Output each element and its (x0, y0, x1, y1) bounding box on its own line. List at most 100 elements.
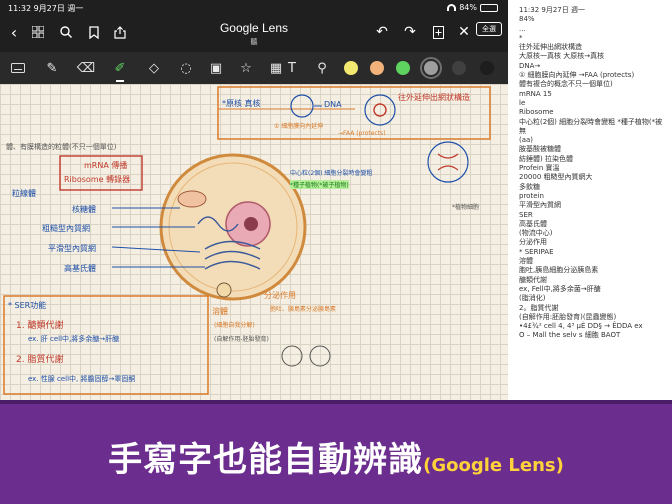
ocr-line: 胺基酸被糖體 (519, 145, 561, 154)
color-swatch-yellow[interactable] (344, 61, 358, 75)
image-icon[interactable]: ▣ (206, 58, 226, 78)
eukaryote-cell-sketch (364, 94, 396, 126)
ocr-line: * (519, 33, 523, 42)
caption-banner: 手寫字也能自動辨識(Google Lens) (0, 400, 672, 504)
ocr-line: * SERIPAE (519, 247, 554, 256)
note-er-label: 粗糙型內質網 (42, 224, 90, 233)
color-swatch-green[interactable] (396, 61, 410, 75)
note-ser-1: 1. 醣類代謝 (16, 321, 64, 331)
ocr-line: ① 細胞膜向內延伸 →FAA (protects) (519, 71, 635, 80)
ocr-line: (自解作用:胚胎發育)(昆蟲變態) (519, 312, 617, 321)
ocr-line: Profein 實溫 (519, 164, 560, 173)
nucleolus (244, 217, 258, 231)
ocr-line: DNA→ (519, 61, 541, 70)
mitochondria (177, 190, 207, 208)
banner-caption: 手寫字也能自動辨識(Google Lens) (0, 432, 672, 481)
lysosome (216, 282, 232, 298)
nucleus-sketch (373, 103, 387, 117)
color-swatch-gray[interactable] (420, 57, 442, 79)
ocr-line: 胞吐,胰島細胞分泌胰島素 (519, 266, 599, 275)
note-ribosome: Ribosome 轉錄器 (64, 175, 131, 184)
ocr-line: Ribosome (519, 108, 554, 117)
keyboard-icon[interactable] (8, 58, 28, 78)
select-all-button[interactable]: 全選 (476, 22, 502, 36)
note-red-title: 往外延伸出網狀構造 (398, 93, 470, 102)
ocr-line: 中心粒(2個) 細胞分裂時會變粗 *種子植物(*被 (519, 117, 663, 126)
note-plant: *植物細胞 (452, 204, 480, 211)
banner-main-text: 手寫字也能自動辨識 (108, 440, 424, 480)
lasso-icon[interactable]: ◌ (176, 58, 196, 78)
note-sub-right: →FAA (protects) (338, 130, 386, 137)
screenshot-root: 11:32 9月27日 週一 84% ‹ Google Lens 聽 ↶ ↷ ✕… (0, 0, 672, 504)
wifi-icon (447, 4, 457, 11)
color-swatch-orange[interactable] (370, 61, 384, 75)
ocr-line: 分泌作用 (519, 238, 547, 247)
ocr-line: protein (519, 191, 544, 200)
ocr-line: 溶體 (519, 257, 533, 266)
color-swatch-dark[interactable] (452, 61, 466, 75)
ocr-line: 多飲糖 (519, 182, 540, 191)
note-ser-2-ex: ex. 性腺 cell中, 將膽固醇→睪固酮 (28, 375, 136, 383)
status-battery: 84% (447, 3, 498, 12)
battery-percent: 84% (459, 3, 477, 12)
note-ribosome-label: 核糖體 (72, 205, 96, 214)
status-time: 11:32 9月27日 週一 (8, 4, 84, 13)
eraser-icon[interactable]: ⌫ (76, 58, 96, 78)
banner-paren-text: (Google Lens) (423, 455, 564, 476)
notebook-canvas[interactable]: *原核 真核 DNA 往外延伸出網狀構造 ① 細胞膜向內延伸 →FAA (pro… (0, 84, 508, 400)
color-swatch-black[interactable] (480, 61, 494, 75)
status-bar: 11:32 9月27日 週一 84% (0, 0, 508, 16)
note-smooth-er-label: 平滑型內質網 (48, 244, 96, 253)
autolysis-sketch (309, 345, 331, 367)
laser-icon[interactable]: ⚲ (312, 58, 332, 78)
redo-icon[interactable]: ↷ (400, 22, 420, 42)
ocr-line: 84% (519, 15, 535, 24)
note-bottom: (自解作用-胚胎發育) (214, 336, 269, 343)
sticker-icon[interactable]: ☆ (236, 58, 256, 78)
ocr-line: 11:32 9月27日 週一 (519, 6, 585, 14)
shapes-icon[interactable]: ◇ (144, 58, 164, 78)
drawing-toolbar: ✎ ⌫ ✐ ◇ ◌ ▣ ☆ ▦ T ⚲ (0, 52, 508, 84)
undo-icon[interactable]: ↶ (372, 22, 392, 42)
ocr-line: ex, Fell中,將多余菌→肝醣 (519, 284, 601, 293)
plant-cell-sketch (427, 141, 469, 183)
autolysis-sketch (281, 345, 303, 367)
ocr-result-panel[interactable]: 11:32 9月27日 週一 84%... * 往外延伸出網狀構造 大原核一真核 大原核… (508, 0, 672, 400)
note-phago: 分泌作用 (264, 291, 296, 300)
close-icon[interactable]: ✕ (454, 22, 474, 42)
ocr-line: ... (519, 24, 526, 33)
ocr-line: (脂消化) (519, 294, 546, 303)
ocr-line: le (519, 98, 526, 107)
ocr-line: SER (519, 210, 533, 219)
add-page-icon[interactable] (428, 22, 448, 42)
battery-icon (480, 3, 498, 12)
note-bottom-2: (細胞自我分解) (214, 322, 255, 329)
highlighter-icon[interactable]: ✐ (110, 58, 130, 82)
note-green-line: *種子植物(*被子植物) (290, 180, 349, 189)
ocr-line: •4£¾² cell 4, 4³ µÈ DD§ → ÊDDA ex (519, 322, 643, 331)
ocr-line: 平滑型內質網 (519, 201, 561, 210)
chromosome-sketch (437, 153, 459, 171)
ocr-line: 醣類代謝 (519, 275, 547, 284)
note-golgi-label: 高基氏體 (64, 264, 96, 273)
ocr-line: 2。脂質代謝 (519, 303, 559, 312)
note-left-heading: 體、有膜構造的粒體(不只一個單位) (6, 143, 117, 151)
ocr-line: 大原核一真核 大原核→真核 (519, 52, 605, 61)
note-ser-title: * SER功能 (8, 301, 47, 310)
prokaryote-cell-sketch (290, 94, 314, 118)
note-ser-1-ex: ex. 肝 cell中,將多余醣→肝醣 (28, 335, 120, 343)
note-nucleus-heading: 中心粒(2個) 細胞分裂時會變粗 (290, 170, 373, 177)
note-secrete: 胞吐、胰島素分泌胰島素 (270, 306, 337, 313)
tablet-screen: 11:32 9月27日 週一 84% ‹ Google Lens 聽 ↶ ↷ ✕… (0, 0, 508, 400)
note-sub-left: ① 細胞膜向內延伸 (274, 123, 324, 130)
text-icon[interactable]: T (282, 58, 302, 78)
note-mrna: mRNA 傳播 (84, 161, 128, 170)
pen-icon[interactable]: ✎ (42, 58, 62, 78)
note-mitochondria-label: 粒線體 (12, 189, 36, 198)
ocr-line: 無 (519, 126, 526, 135)
note-lysosome-label: 溶體 (212, 307, 228, 316)
ocr-line: 紡錘體) 拉染色體 (519, 154, 573, 163)
nav-bar: ‹ Google Lens 聽 ↶ ↷ ✕ 全選 (0, 16, 508, 50)
handwritten-notes-drawing (3, 86, 491, 395)
note-ser-2: 2. 脂質代謝 (16, 355, 64, 365)
